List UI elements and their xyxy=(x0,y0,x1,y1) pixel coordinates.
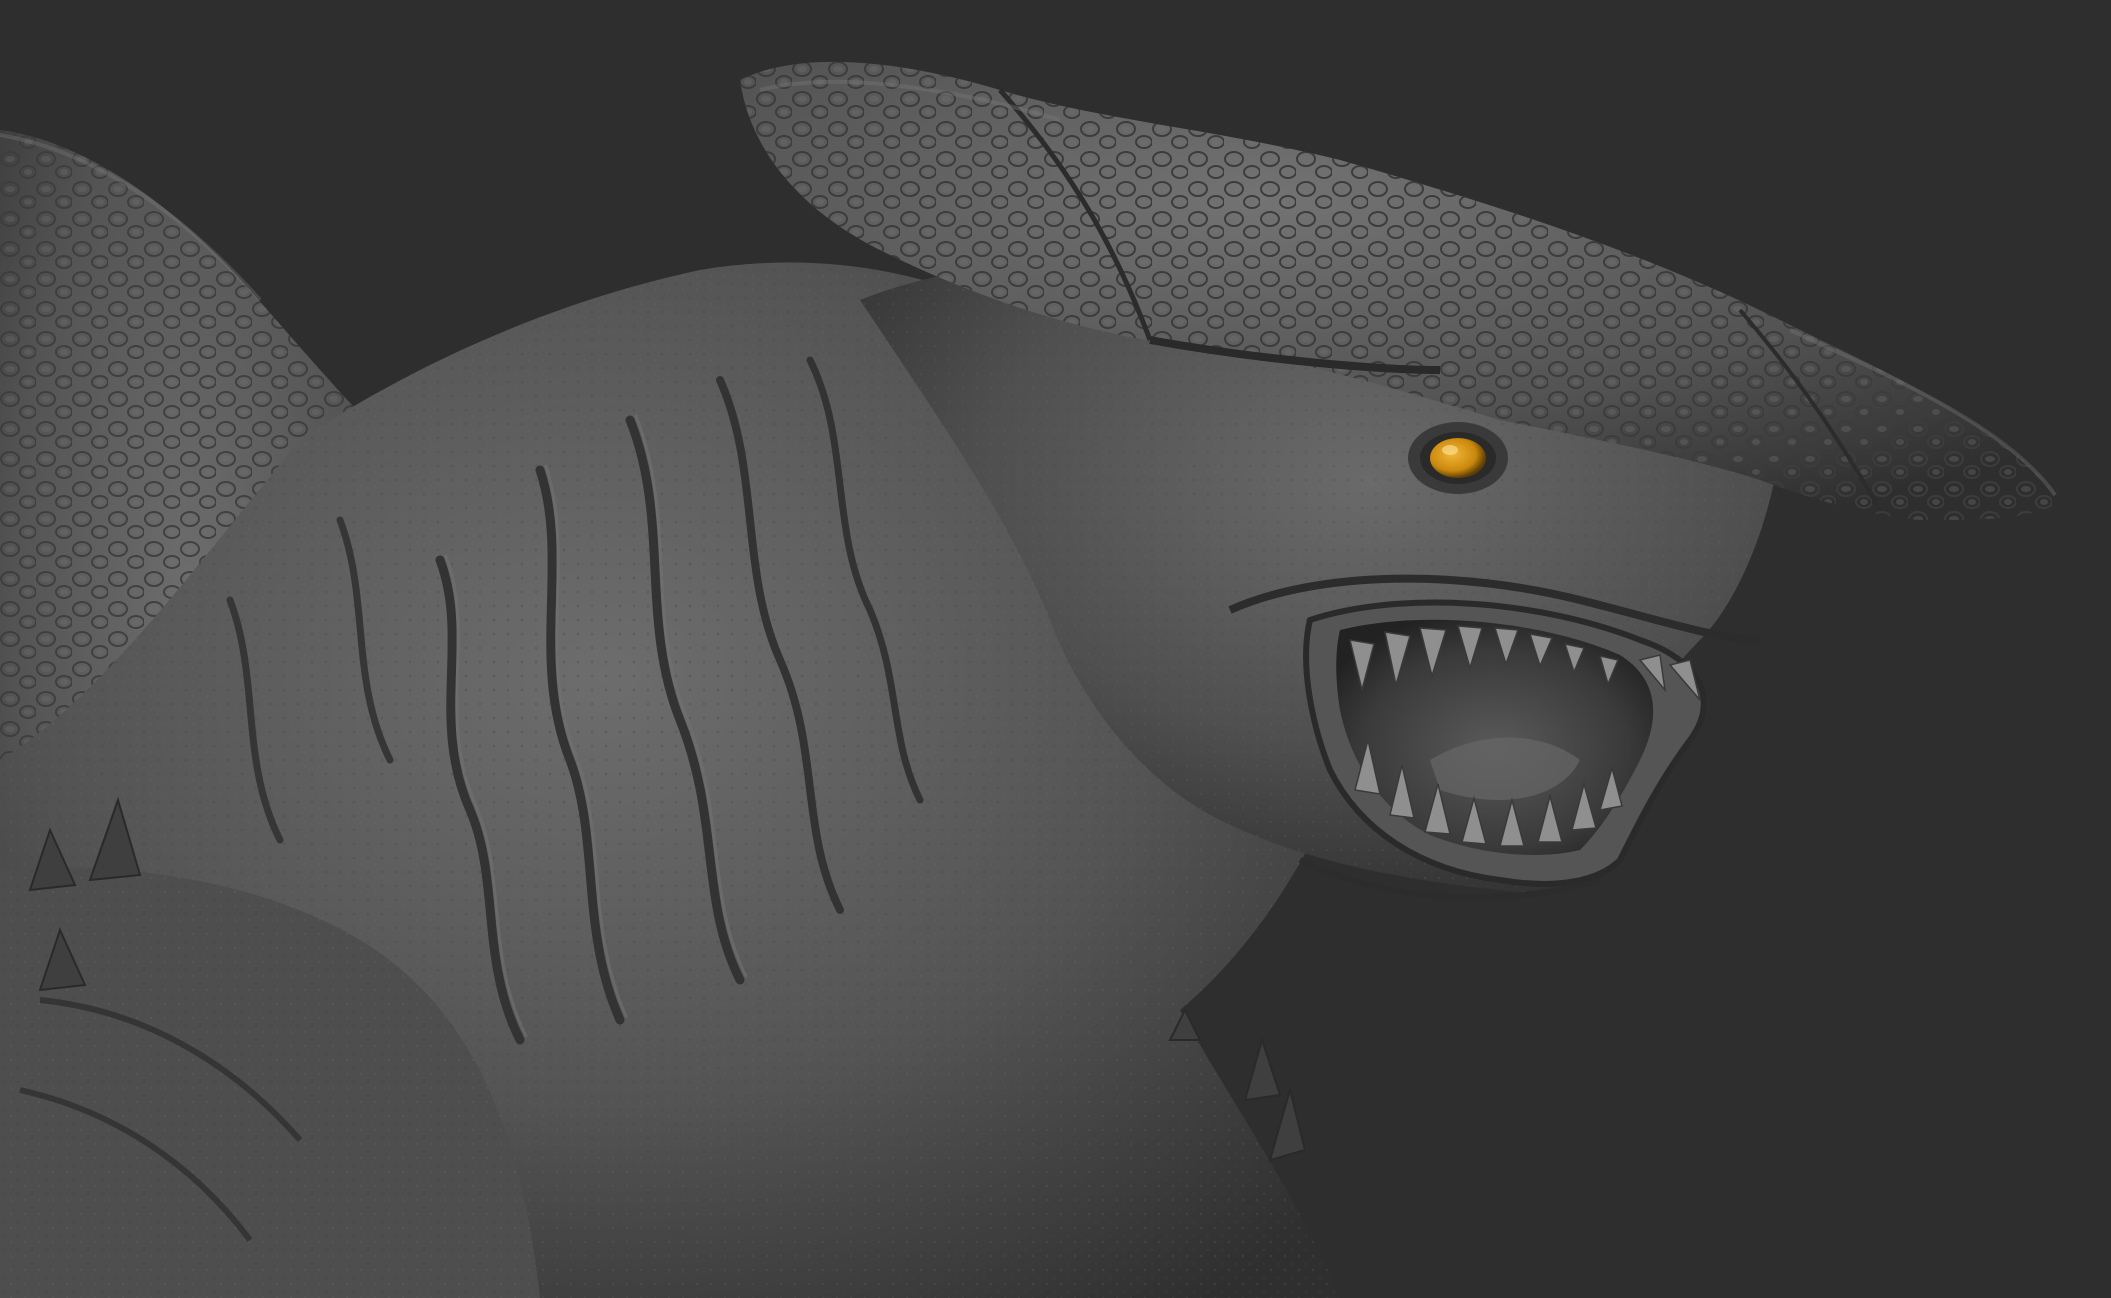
creature-eye xyxy=(1408,422,1508,494)
sculpt-viewport[interactable] xyxy=(0,0,2111,1298)
sculpt-render xyxy=(0,0,2111,1298)
